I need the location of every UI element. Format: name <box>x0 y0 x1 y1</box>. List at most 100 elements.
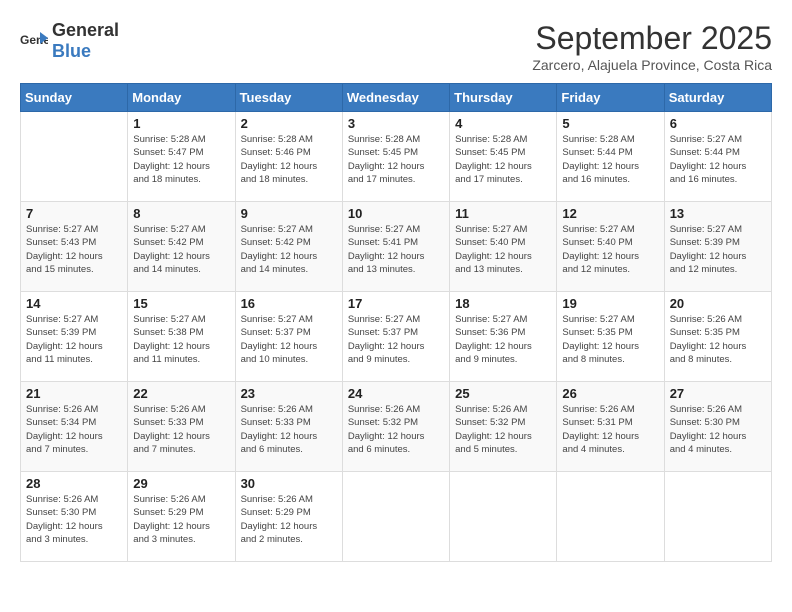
day-number: 26 <box>562 386 658 401</box>
header-day-sunday: Sunday <box>21 84 128 112</box>
calendar-cell: 14 Sunrise: 5:27 AM Sunset: 5:39 PM Dayli… <box>21 292 128 382</box>
day-info: Sunrise: 5:27 AM Sunset: 5:39 PM Dayligh… <box>670 223 766 276</box>
day-info: Sunrise: 5:26 AM Sunset: 5:33 PM Dayligh… <box>133 403 229 456</box>
page-header: General General Blue September 2025 Zarc… <box>20 20 772 73</box>
calendar-cell: 18 Sunrise: 5:27 AM Sunset: 5:36 PM Dayli… <box>450 292 557 382</box>
day-number: 12 <box>562 206 658 221</box>
day-info: Sunrise: 5:28 AM Sunset: 5:44 PM Dayligh… <box>562 133 658 186</box>
calendar-cell: 16 Sunrise: 5:27 AM Sunset: 5:37 PM Dayli… <box>235 292 342 382</box>
day-info: Sunrise: 5:26 AM Sunset: 5:31 PM Dayligh… <box>562 403 658 456</box>
calendar-cell <box>21 112 128 202</box>
calendar-cell: 20 Sunrise: 5:26 AM Sunset: 5:35 PM Dayli… <box>664 292 771 382</box>
day-info: Sunrise: 5:26 AM Sunset: 5:29 PM Dayligh… <box>133 493 229 546</box>
day-number: 15 <box>133 296 229 311</box>
calendar-cell: 19Sunrise: 5:27 AM Sunset: 5:35 PM Dayli… <box>557 292 664 382</box>
day-number: 24 <box>348 386 444 401</box>
calendar-cell: 26 Sunrise: 5:26 AM Sunset: 5:31 PM Dayli… <box>557 382 664 472</box>
calendar-cell: 22 Sunrise: 5:26 AM Sunset: 5:33 PM Dayli… <box>128 382 235 472</box>
day-info: Sunrise: 5:26 AM Sunset: 5:32 PM Dayligh… <box>348 403 444 456</box>
logo-icon: General <box>20 30 48 52</box>
day-number: 25 <box>455 386 551 401</box>
day-info: Sunrise: 5:28 AM Sunset: 5:45 PM Dayligh… <box>455 133 551 186</box>
day-info: Sunrise: 5:28 AM Sunset: 5:46 PM Dayligh… <box>241 133 337 186</box>
day-number: 18 <box>455 296 551 311</box>
week-row-1: 1 Sunrise: 5:28 AM Sunset: 5:47 PM Daylig… <box>21 112 772 202</box>
calendar-cell: 30 Sunrise: 5:26 AM Sunset: 5:29 PM Dayli… <box>235 472 342 562</box>
day-info: Sunrise: 5:26 AM Sunset: 5:32 PM Dayligh… <box>455 403 551 456</box>
day-number: 29 <box>133 476 229 491</box>
calendar-cell: 13Sunrise: 5:27 AM Sunset: 5:39 PM Dayli… <box>664 202 771 292</box>
day-number: 30 <box>241 476 337 491</box>
calendar-cell <box>342 472 449 562</box>
day-number: 21 <box>26 386 122 401</box>
week-row-2: 7 Sunrise: 5:27 AM Sunset: 5:43 PM Daylig… <box>21 202 772 292</box>
day-info: Sunrise: 5:27 AM Sunset: 5:42 PM Dayligh… <box>241 223 337 276</box>
day-number: 2 <box>241 116 337 131</box>
logo: General General Blue <box>20 20 119 62</box>
calendar-cell: 5Sunrise: 5:28 AM Sunset: 5:44 PM Daylig… <box>557 112 664 202</box>
week-row-5: 28Sunrise: 5:26 AM Sunset: 5:30 PM Dayli… <box>21 472 772 562</box>
day-number: 23 <box>241 386 337 401</box>
calendar-cell: 1 Sunrise: 5:28 AM Sunset: 5:47 PM Daylig… <box>128 112 235 202</box>
day-number: 8 <box>133 206 229 221</box>
day-number: 14 <box>26 296 122 311</box>
logo-blue: Blue <box>52 41 91 61</box>
day-info: Sunrise: 5:27 AM Sunset: 5:38 PM Dayligh… <box>133 313 229 366</box>
day-number: 27 <box>670 386 766 401</box>
day-info: Sunrise: 5:26 AM Sunset: 5:35 PM Dayligh… <box>670 313 766 366</box>
day-info: Sunrise: 5:27 AM Sunset: 5:36 PM Dayligh… <box>455 313 551 366</box>
day-info: Sunrise: 5:27 AM Sunset: 5:41 PM Dayligh… <box>348 223 444 276</box>
calendar-cell: 15 Sunrise: 5:27 AM Sunset: 5:38 PM Dayli… <box>128 292 235 382</box>
calendar-cell: 4 Sunrise: 5:28 AM Sunset: 5:45 PM Daylig… <box>450 112 557 202</box>
day-info: Sunrise: 5:27 AM Sunset: 5:39 PM Dayligh… <box>26 313 122 366</box>
calendar-cell: 12 Sunrise: 5:27 AM Sunset: 5:40 PM Dayli… <box>557 202 664 292</box>
calendar-cell: 23 Sunrise: 5:26 AM Sunset: 5:33 PM Dayli… <box>235 382 342 472</box>
day-info: Sunrise: 5:27 AM Sunset: 5:40 PM Dayligh… <box>562 223 658 276</box>
calendar-table: SundayMondayTuesdayWednesdayThursdayFrid… <box>20 83 772 562</box>
calendar-cell: 7 Sunrise: 5:27 AM Sunset: 5:43 PM Daylig… <box>21 202 128 292</box>
day-info: Sunrise: 5:27 AM Sunset: 5:37 PM Dayligh… <box>348 313 444 366</box>
day-number: 22 <box>133 386 229 401</box>
day-info: Sunrise: 5:27 AM Sunset: 5:37 PM Dayligh… <box>241 313 337 366</box>
month-title: September 2025 <box>532 20 772 57</box>
calendar-cell: 8 Sunrise: 5:27 AM Sunset: 5:42 PM Daylig… <box>128 202 235 292</box>
header-day-tuesday: Tuesday <box>235 84 342 112</box>
calendar-cell: 24 Sunrise: 5:26 AM Sunset: 5:32 PM Dayli… <box>342 382 449 472</box>
calendar-cell: 17Sunrise: 5:27 AM Sunset: 5:37 PM Dayli… <box>342 292 449 382</box>
calendar-cell: 9Sunrise: 5:27 AM Sunset: 5:42 PM Daylig… <box>235 202 342 292</box>
day-info: Sunrise: 5:27 AM Sunset: 5:40 PM Dayligh… <box>455 223 551 276</box>
day-number: 6 <box>670 116 766 131</box>
day-number: 20 <box>670 296 766 311</box>
day-info: Sunrise: 5:26 AM Sunset: 5:33 PM Dayligh… <box>241 403 337 456</box>
day-number: 1 <box>133 116 229 131</box>
calendar-cell: 28Sunrise: 5:26 AM Sunset: 5:30 PM Dayli… <box>21 472 128 562</box>
calendar-cell <box>557 472 664 562</box>
calendar-cell: 3Sunrise: 5:28 AM Sunset: 5:45 PM Daylig… <box>342 112 449 202</box>
day-number: 4 <box>455 116 551 131</box>
day-number: 19 <box>562 296 658 311</box>
logo-general: General <box>52 20 119 40</box>
day-number: 7 <box>26 206 122 221</box>
calendar-cell: 27 Sunrise: 5:26 AM Sunset: 5:30 PM Dayli… <box>664 382 771 472</box>
calendar-cell <box>450 472 557 562</box>
day-info: Sunrise: 5:26 AM Sunset: 5:29 PM Dayligh… <box>241 493 337 546</box>
week-row-4: 21Sunrise: 5:26 AM Sunset: 5:34 PM Dayli… <box>21 382 772 472</box>
header-day-wednesday: Wednesday <box>342 84 449 112</box>
day-info: Sunrise: 5:27 AM Sunset: 5:44 PM Dayligh… <box>670 133 766 186</box>
calendar-cell: 29 Sunrise: 5:26 AM Sunset: 5:29 PM Dayli… <box>128 472 235 562</box>
week-row-3: 14 Sunrise: 5:27 AM Sunset: 5:39 PM Dayli… <box>21 292 772 382</box>
day-info: Sunrise: 5:26 AM Sunset: 5:30 PM Dayligh… <box>26 493 122 546</box>
day-info: Sunrise: 5:27 AM Sunset: 5:42 PM Dayligh… <box>133 223 229 276</box>
header-day-thursday: Thursday <box>450 84 557 112</box>
day-info: Sunrise: 5:28 AM Sunset: 5:47 PM Dayligh… <box>133 133 229 186</box>
header-day-saturday: Saturday <box>664 84 771 112</box>
day-info: Sunrise: 5:26 AM Sunset: 5:30 PM Dayligh… <box>670 403 766 456</box>
day-number: 16 <box>241 296 337 311</box>
calendar-cell <box>664 472 771 562</box>
header-day-friday: Friday <box>557 84 664 112</box>
calendar-cell: 21Sunrise: 5:26 AM Sunset: 5:34 PM Dayli… <box>21 382 128 472</box>
header-row: SundayMondayTuesdayWednesdayThursdayFrid… <box>21 84 772 112</box>
day-number: 10 <box>348 206 444 221</box>
day-info: Sunrise: 5:27 AM Sunset: 5:43 PM Dayligh… <box>26 223 122 276</box>
day-number: 3 <box>348 116 444 131</box>
